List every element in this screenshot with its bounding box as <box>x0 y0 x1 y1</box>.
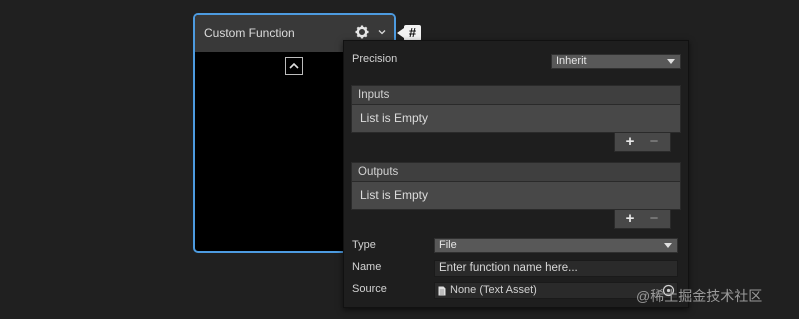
outputs-header: Outputs <box>351 162 681 182</box>
document-icon <box>438 286 446 296</box>
inputs-list-footer: + − <box>614 133 671 152</box>
hash-badge: # <box>404 25 421 41</box>
node-title: Custom Function <box>204 26 295 40</box>
collapse-preview-button[interactable] <box>285 57 303 75</box>
inputs-list: List is Empty <box>351 104 681 133</box>
hash-badge-pointer <box>397 28 404 38</box>
inputs-header: Inputs <box>351 85 681 105</box>
function-name-placeholder: Enter function name here... <box>439 262 578 274</box>
type-dropdown[interactable]: File <box>434 238 678 253</box>
source-value: None (Text Asset) <box>450 284 537 296</box>
precision-label: Precision <box>352 53 398 65</box>
precision-dropdown[interactable]: Inherit <box>551 54 681 69</box>
inputs-add-button[interactable]: + <box>621 134 639 149</box>
inputs-remove-button[interactable]: − <box>645 134 663 149</box>
outputs-remove-button[interactable]: − <box>645 211 663 226</box>
dropdown-arrow-icon <box>664 243 672 248</box>
custom-function-settings-panel: Precision Inherit Inputs List is Empty +… <box>343 40 689 308</box>
dropdown-arrow-icon <box>667 59 675 64</box>
function-name-field[interactable]: Enter function name here... <box>434 260 678 277</box>
gear-icon[interactable] <box>355 25 369 39</box>
type-label: Type <box>352 239 376 251</box>
outputs-add-button[interactable]: + <box>621 211 639 226</box>
outputs-list-footer: + − <box>614 210 671 229</box>
chevron-up-icon <box>289 62 299 69</box>
type-value: File <box>439 239 457 251</box>
precision-value: Inherit <box>556 55 587 67</box>
chevron-down-icon[interactable] <box>377 27 387 37</box>
watermark: @稀土掘金技术社区 <box>636 288 763 304</box>
outputs-list: List is Empty <box>351 181 681 210</box>
source-label: Source <box>352 283 387 295</box>
name-label: Name <box>352 261 382 273</box>
